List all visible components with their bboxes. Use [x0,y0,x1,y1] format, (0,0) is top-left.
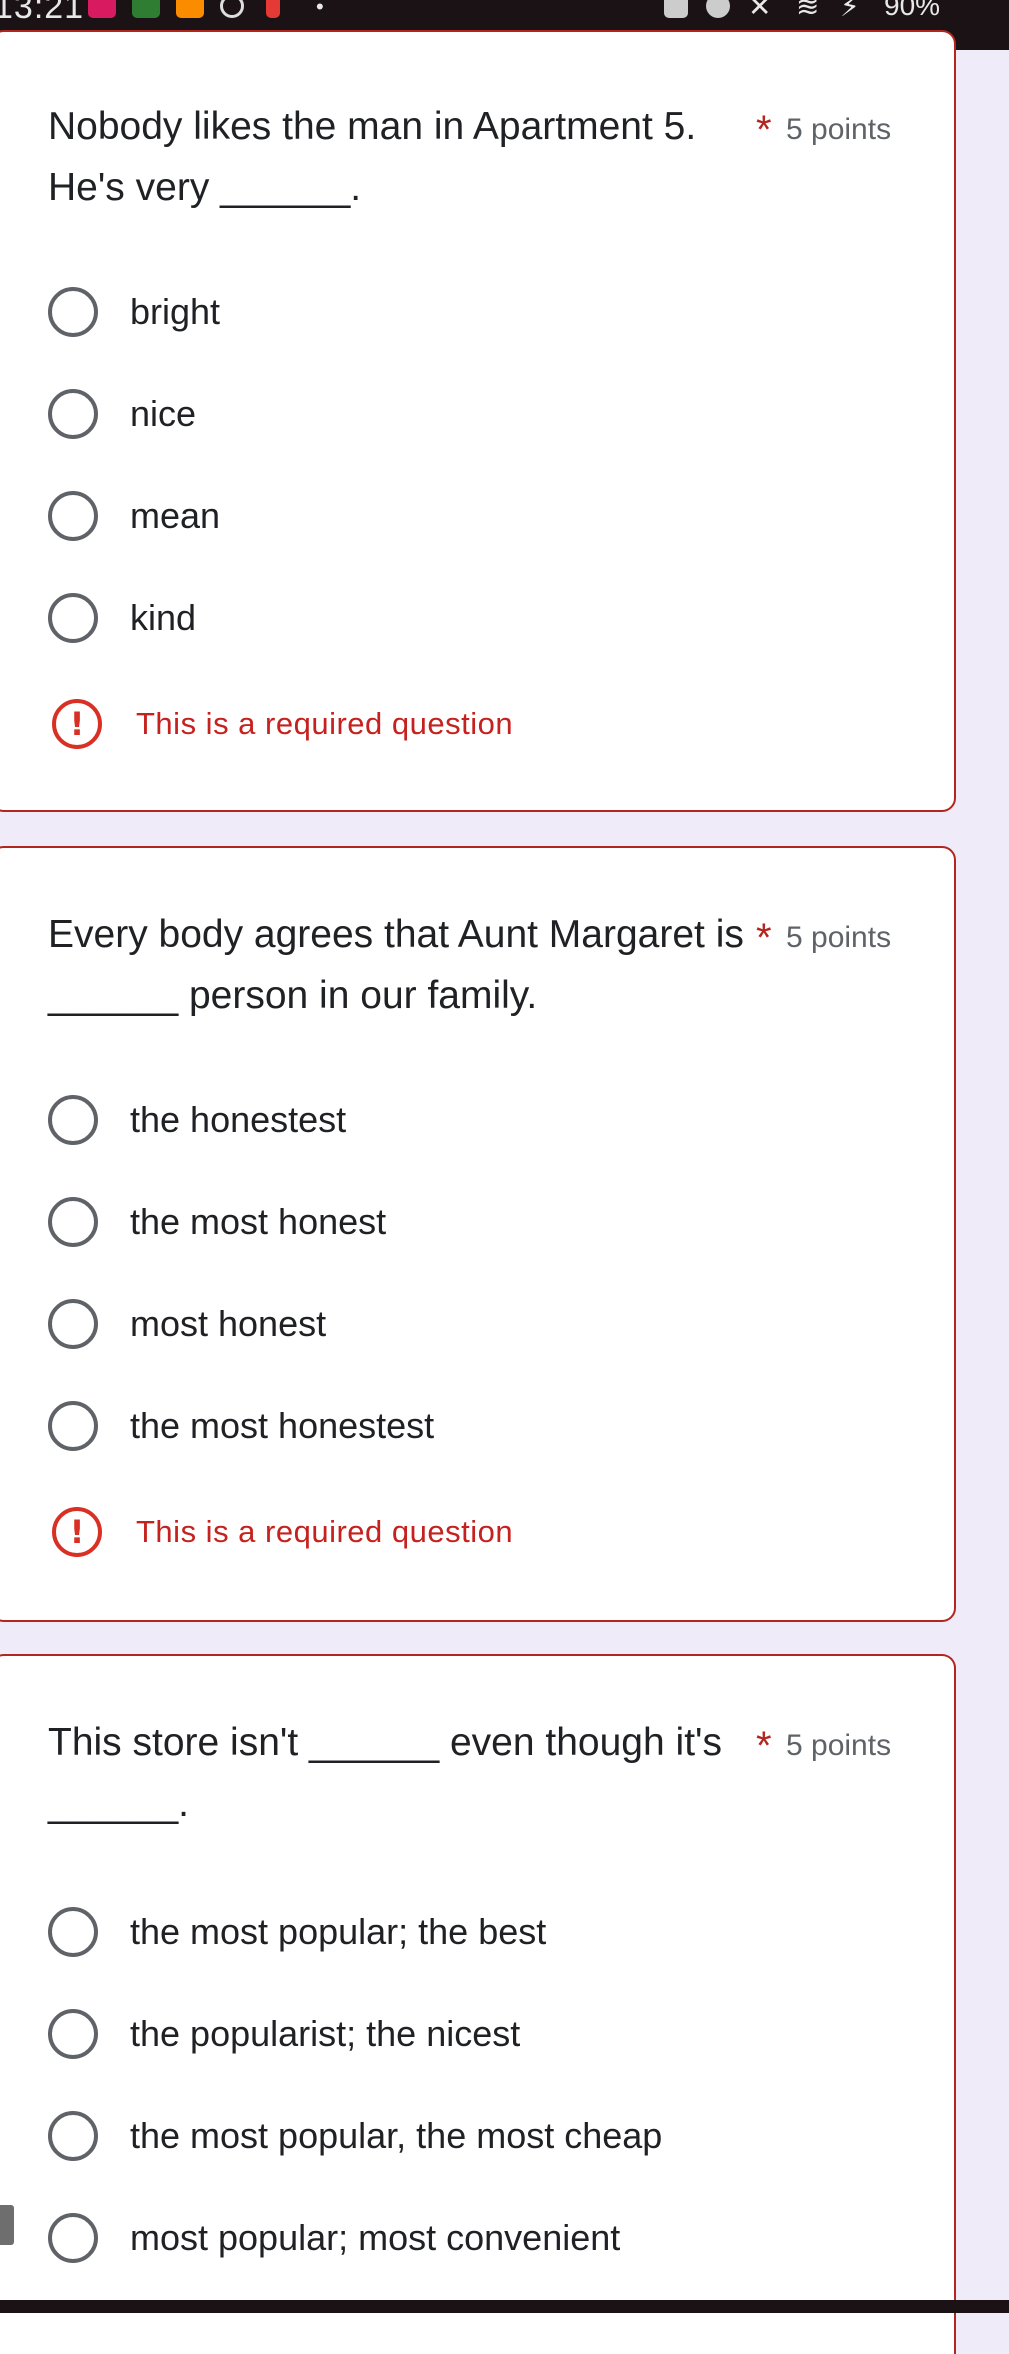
wifi-icon: ≋ [796,0,820,22]
required-asterisk: * [756,108,772,152]
question-points: 5 points [786,1729,892,1762]
radio-button[interactable] [48,1401,98,1451]
required-asterisk: * [756,1724,772,1768]
option-label: nice [130,393,197,434]
radio-button[interactable] [48,1907,98,1957]
option-radio[interactable]: kind [48,578,908,658]
battery-saver-icon: ⚡ [840,0,860,22]
option-label: most popular; most convenient [130,2217,621,2258]
app-notification-icon [176,0,204,18]
option-radio[interactable]: the popularist; the nicest [48,1994,908,2074]
app-notification-icon [88,0,116,18]
option-radio[interactable]: the most popular; the best [48,1892,908,1972]
alarm-icon [706,0,730,18]
option-radio[interactable]: bright [48,272,908,352]
option-radio[interactable]: nice [48,374,908,454]
option-label: the most honestest [130,1405,435,1446]
option-label: kind [130,597,197,638]
required-error: ! This is a required question [52,699,513,749]
app-notification-icon [132,0,160,18]
required-error-text: This is a required question [136,706,514,741]
question-points: 5 points [786,921,892,954]
question-text: Nobody likes the man in Apartment 5. He'… [48,105,697,209]
option-label: mean [130,495,221,536]
question-card: Every body agrees that Aunt Margaret is … [0,846,956,1622]
question-text: Every body agrees that Aunt Margaret is … [48,913,744,1017]
radio-button[interactable] [48,491,98,541]
radio-button[interactable] [48,389,98,439]
option-label: the honestest [130,1099,347,1140]
option-radio[interactable]: the most popular, the most cheap [48,2096,908,2176]
radio-button[interactable] [48,593,98,643]
mute-icon: ✕ [748,0,772,22]
option-label: the popularist; the nicest [130,2013,521,2054]
error-icon: ! [52,699,102,749]
required-error-text: This is a required question [136,1514,514,1549]
question-points: 5 points [786,113,892,146]
question-card: Nobody likes the man in Apartment 5. He'… [0,30,956,812]
app-notification-icon [266,0,280,18]
option-label: the most honest [130,1201,387,1242]
option-radio[interactable]: most honest [48,1284,908,1364]
radio-button[interactable] [48,2111,98,2161]
radio-button[interactable] [48,2213,98,2263]
radio-button[interactable] [48,1299,98,1349]
option-label: the most popular; the best [130,1911,547,1952]
option-label: bright [130,291,221,332]
radio-button[interactable] [48,287,98,337]
question-text: This store isn't ______ even though it's… [48,1721,722,1825]
required-error: ! This is a required question [52,1507,513,1557]
option-radio[interactable]: mean [48,476,908,556]
option-label: most honest [130,1303,327,1344]
option-radio[interactable]: the most honestest [48,1386,908,1466]
option-radio[interactable]: the most honest [48,1182,908,1262]
radio-button[interactable] [48,1095,98,1145]
nfc-icon [664,0,688,18]
radio-button[interactable] [48,2009,98,2059]
option-radio[interactable]: the honestest [48,1080,908,1160]
sync-icon [220,0,244,18]
option-radio[interactable]: most popular; most convenient [48,2198,908,2278]
dot-icon: • [316,0,324,19]
option-label: the most popular, the most cheap [130,2115,663,2156]
required-asterisk: * [756,916,772,960]
error-icon: ! [52,1507,102,1557]
battery-text: 90% [884,0,941,21]
radio-button[interactable] [48,1197,98,1247]
scroll-handle[interactable] [0,2205,14,2245]
question-card: This store isn't ______ even though it's… [0,1654,956,2354]
status-time: 13:21 [0,0,85,26]
navigation-bar [0,2300,1009,2313]
